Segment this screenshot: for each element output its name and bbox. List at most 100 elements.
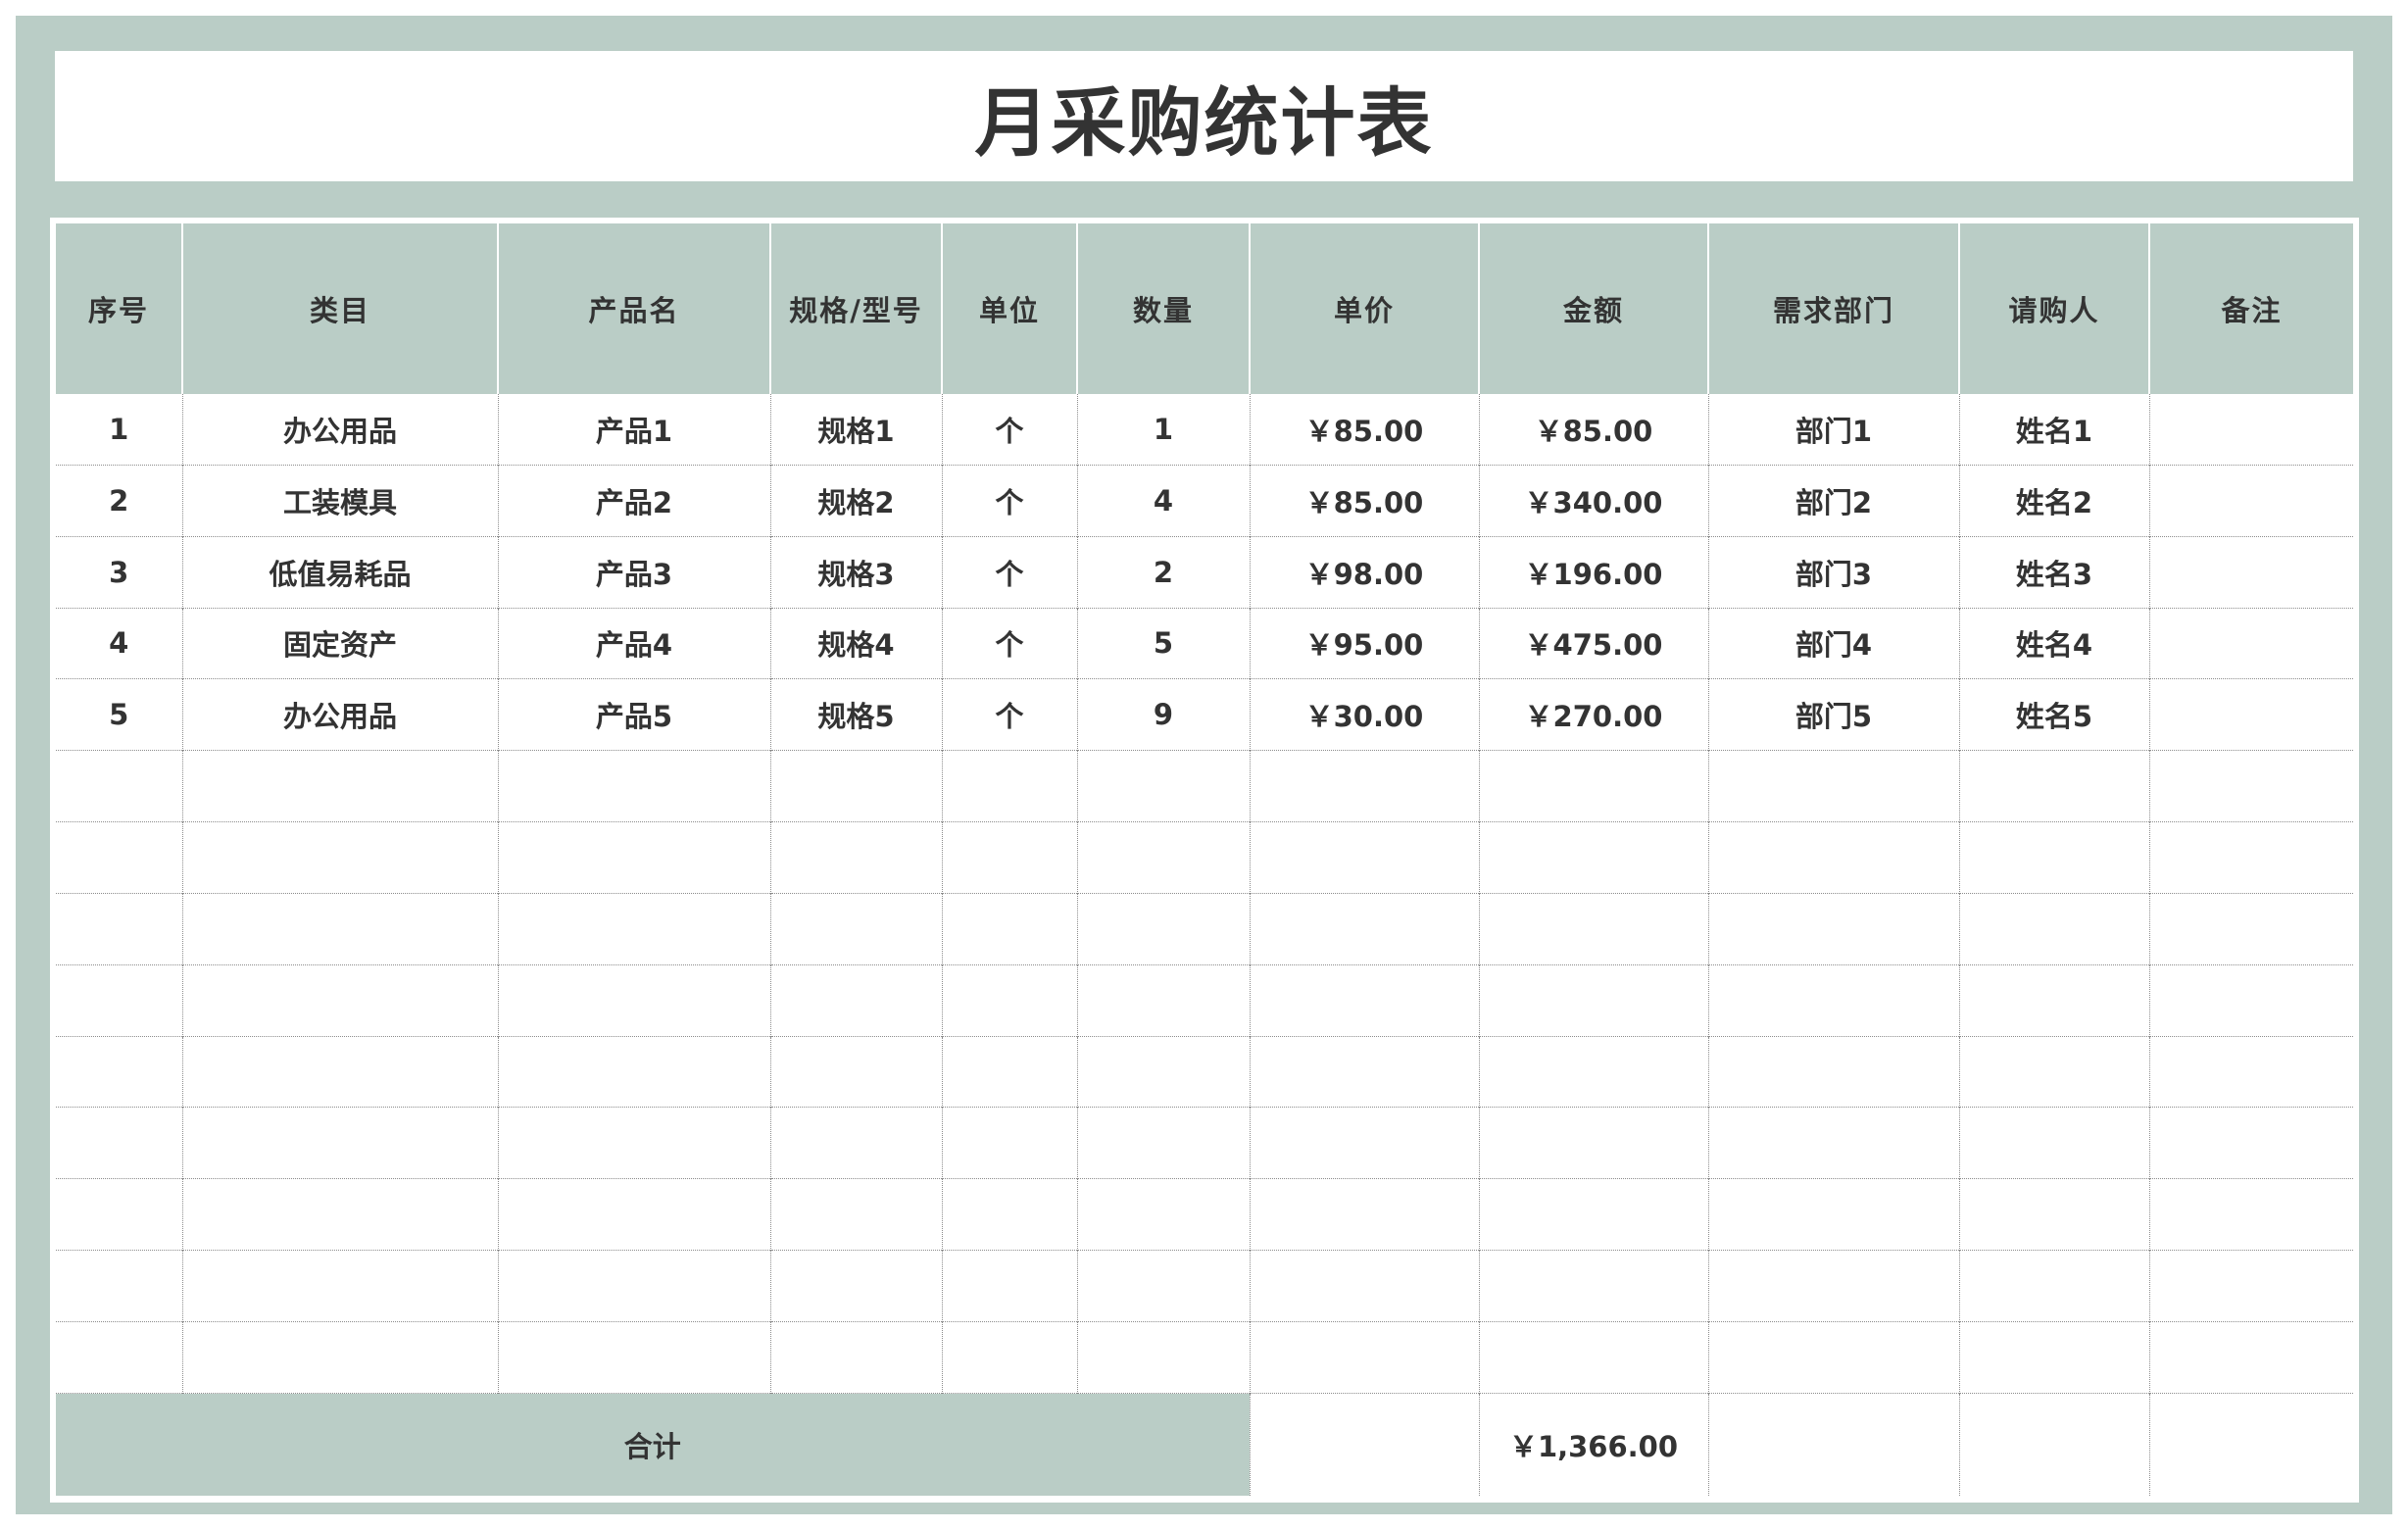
cell-unit-price[interactable]: [1249, 821, 1479, 894]
cell-spec[interactable]: [769, 963, 942, 1037]
cell-unit-price[interactable]: ￥98.00: [1249, 535, 1479, 609]
cell-unit-price[interactable]: ￥85.00: [1249, 464, 1479, 537]
cell-index[interactable]: 2: [56, 464, 182, 537]
cell-index[interactable]: [56, 1107, 182, 1179]
total-unit-price-cell[interactable]: [1249, 1393, 1479, 1496]
total-requester-cell[interactable]: [1958, 1393, 2149, 1496]
cell-unit[interactable]: [941, 750, 1077, 822]
cell-unit[interactable]: [941, 1320, 1077, 1394]
cell-category[interactable]: 工装模具: [181, 464, 498, 537]
cell-department[interactable]: [1707, 1178, 1959, 1251]
cell-amount[interactable]: [1478, 963, 1708, 1037]
cell-amount[interactable]: [1478, 821, 1708, 894]
cell-unit[interactable]: [941, 1178, 1077, 1251]
cell-quantity[interactable]: [1076, 1107, 1250, 1179]
cell-department[interactable]: [1707, 1035, 1959, 1108]
total-note-cell[interactable]: [2148, 1393, 2353, 1496]
cell-unit-price[interactable]: [1249, 1107, 1479, 1179]
cell-quantity[interactable]: 5: [1076, 607, 1250, 679]
cell-product-name[interactable]: 产品5: [497, 678, 770, 751]
cell-index[interactable]: [56, 963, 182, 1037]
cell-note[interactable]: [2148, 750, 2353, 822]
cell-category[interactable]: [181, 750, 498, 822]
cell-requester[interactable]: [1958, 750, 2149, 822]
cell-index[interactable]: [56, 1178, 182, 1251]
cell-quantity[interactable]: [1076, 1178, 1250, 1251]
cell-amount[interactable]: [1478, 1107, 1708, 1179]
cell-department[interactable]: [1707, 1320, 1959, 1394]
cell-amount[interactable]: ￥85.00: [1478, 394, 1708, 466]
cell-unit[interactable]: 个: [941, 464, 1077, 537]
cell-requester[interactable]: [1958, 1107, 2149, 1179]
cell-product-name[interactable]: [497, 821, 770, 894]
cell-amount[interactable]: [1478, 1320, 1708, 1394]
cell-spec[interactable]: [769, 1320, 942, 1394]
cell-quantity[interactable]: 1: [1076, 394, 1250, 466]
cell-unit[interactable]: [941, 892, 1077, 965]
cell-note[interactable]: [2148, 678, 2353, 751]
cell-quantity[interactable]: 2: [1076, 535, 1250, 609]
cell-quantity[interactable]: 4: [1076, 464, 1250, 537]
cell-requester[interactable]: 姓名1: [1958, 394, 2149, 466]
cell-amount[interactable]: ￥270.00: [1478, 678, 1708, 751]
cell-category[interactable]: [181, 892, 498, 965]
cell-quantity[interactable]: [1076, 821, 1250, 894]
cell-unit-price[interactable]: [1249, 892, 1479, 965]
cell-index[interactable]: 1: [56, 394, 182, 465]
cell-spec[interactable]: [769, 1178, 942, 1251]
cell-category[interactable]: [181, 963, 498, 1037]
cell-category[interactable]: 办公用品: [181, 678, 498, 751]
cell-department[interactable]: 部门4: [1707, 607, 1959, 679]
cell-unit[interactable]: 个: [941, 535, 1077, 609]
cell-unit[interactable]: [941, 821, 1077, 894]
cell-index[interactable]: [56, 1320, 182, 1394]
cell-spec[interactable]: 规格3: [769, 535, 942, 609]
cell-unit[interactable]: [941, 1250, 1077, 1322]
cell-department[interactable]: 部门2: [1707, 464, 1959, 537]
cell-product-name[interactable]: 产品3: [497, 535, 770, 609]
cell-index[interactable]: 3: [56, 535, 182, 609]
cell-note[interactable]: [2148, 394, 2353, 466]
cell-index[interactable]: [56, 750, 182, 822]
cell-quantity[interactable]: [1076, 1035, 1250, 1108]
cell-unit[interactable]: 个: [941, 607, 1077, 679]
cell-unit-price[interactable]: [1249, 750, 1479, 822]
total-label-cell[interactable]: 合计: [56, 1393, 1250, 1496]
cell-note[interactable]: [2148, 1250, 2353, 1322]
cell-unit[interactable]: [941, 963, 1077, 1037]
cell-spec[interactable]: 规格2: [769, 464, 942, 537]
cell-department[interactable]: [1707, 1250, 1959, 1322]
cell-spec[interactable]: [769, 1035, 942, 1108]
cell-requester[interactable]: 姓名5: [1958, 678, 2149, 751]
cell-index[interactable]: [56, 892, 182, 965]
cell-product-name[interactable]: 产品2: [497, 464, 770, 537]
cell-spec[interactable]: [769, 892, 942, 965]
cell-department[interactable]: [1707, 963, 1959, 1037]
cell-quantity[interactable]: [1076, 750, 1250, 822]
cell-unit-price[interactable]: [1249, 1035, 1479, 1108]
cell-note[interactable]: [2148, 1107, 2353, 1179]
cell-amount[interactable]: [1478, 750, 1708, 822]
cell-unit-price[interactable]: ￥30.00: [1249, 678, 1479, 751]
cell-index[interactable]: 4: [56, 607, 182, 679]
cell-category[interactable]: [181, 1250, 498, 1322]
cell-requester[interactable]: [1958, 1320, 2149, 1394]
cell-unit-price[interactable]: [1249, 1178, 1479, 1251]
cell-category[interactable]: [181, 821, 498, 894]
cell-requester[interactable]: 姓名4: [1958, 607, 2149, 679]
cell-amount[interactable]: ￥475.00: [1478, 607, 1708, 679]
cell-note[interactable]: [2148, 892, 2353, 965]
cell-quantity[interactable]: [1076, 892, 1250, 965]
cell-note[interactable]: [2148, 1178, 2353, 1251]
cell-amount[interactable]: [1478, 892, 1708, 965]
cell-requester[interactable]: [1958, 821, 2149, 894]
cell-department[interactable]: [1707, 1107, 1959, 1179]
cell-spec[interactable]: [769, 821, 942, 894]
cell-category[interactable]: [181, 1107, 498, 1179]
cell-quantity[interactable]: [1076, 963, 1250, 1037]
cell-note[interactable]: [2148, 1320, 2353, 1394]
cell-product-name[interactable]: 产品4: [497, 607, 770, 679]
cell-department[interactable]: 部门1: [1707, 394, 1959, 466]
cell-product-name[interactable]: 产品1: [497, 394, 770, 466]
cell-unit-price[interactable]: [1249, 963, 1479, 1037]
